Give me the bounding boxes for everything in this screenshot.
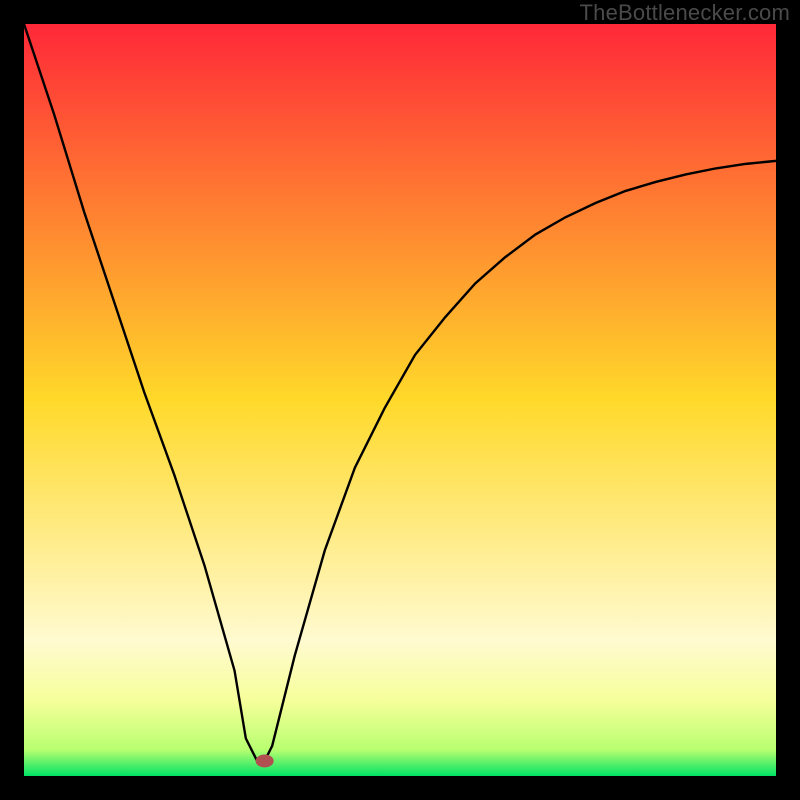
watermark-text: TheBottlenecker.com (580, 0, 790, 26)
bottleneck-chart (24, 24, 776, 776)
chart-frame: TheBottlenecker.com (0, 0, 800, 800)
plot-area (24, 24, 776, 776)
optimal-point-marker (256, 754, 274, 767)
gradient-background (24, 24, 776, 776)
